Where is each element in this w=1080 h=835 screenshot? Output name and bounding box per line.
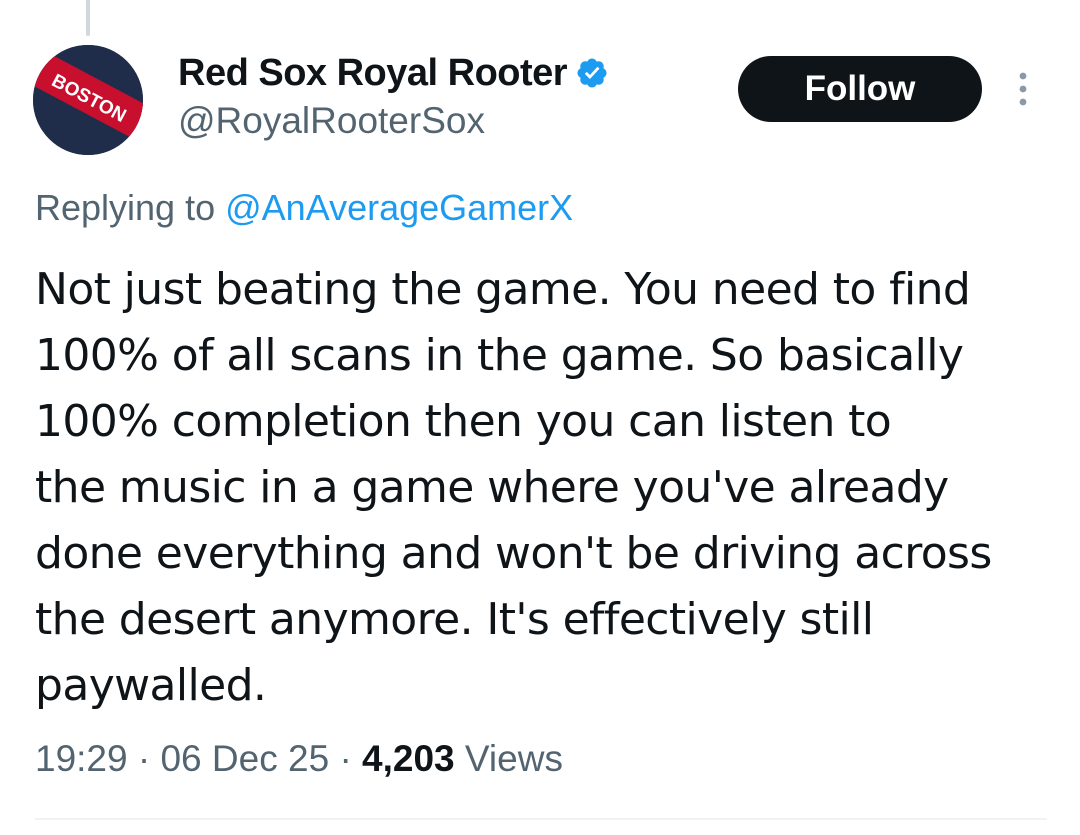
replying-to-label: Replying to	[35, 187, 216, 228]
tweet-time[interactable]: 19:29	[35, 738, 128, 779]
reply-mention-link[interactable]: @AnAverageGamerX	[225, 187, 573, 228]
tweet-text: Not just beating the game. You need to f…	[35, 257, 1055, 719]
tweet-meta: 19:29 · 06 Dec 25 · 4,203 Views	[35, 738, 563, 780]
tweet-text-line: 100% completion then you can listen to	[35, 396, 892, 447]
follow-button[interactable]: Follow	[738, 56, 982, 122]
tweet-date[interactable]: 06 Dec 25	[160, 738, 329, 779]
author-handle[interactable]: @RoyalRooterSox	[178, 100, 485, 142]
tweet-text-line: Not just beating the game. You need to f…	[35, 264, 971, 315]
tweet-text-line: 100% of all scans in the game. So basica…	[35, 330, 964, 381]
meta-separator: ·	[137, 738, 151, 779]
meta-separator: ·	[339, 738, 352, 779]
views-count[interactable]: 4,203	[362, 738, 455, 779]
views-label[interactable]: Views	[465, 738, 563, 779]
tweet-text-line: the music in a game where you've already	[35, 462, 949, 513]
avatar[interactable]: BOSTON	[33, 45, 143, 155]
author-display-name[interactable]: Red Sox Royal Rooter	[178, 52, 568, 95]
replying-to-line: Replying to @AnAverageGamerX	[35, 187, 573, 229]
thread-connector-line	[86, 0, 90, 36]
author-name-row: Red Sox Royal Rooter	[178, 50, 609, 96]
tweet-text-line: paywalled.	[35, 660, 267, 711]
verified-badge-icon[interactable]	[575, 56, 609, 90]
divider	[35, 818, 1047, 820]
avatar-logo: BOSTON	[33, 45, 143, 155]
more-vertical-icon[interactable]	[1012, 70, 1034, 110]
tweet-text-line: the desert anymore. It's effectively sti…	[35, 594, 874, 645]
tweet-text-line: done everything and won't be driving acr…	[35, 528, 992, 579]
